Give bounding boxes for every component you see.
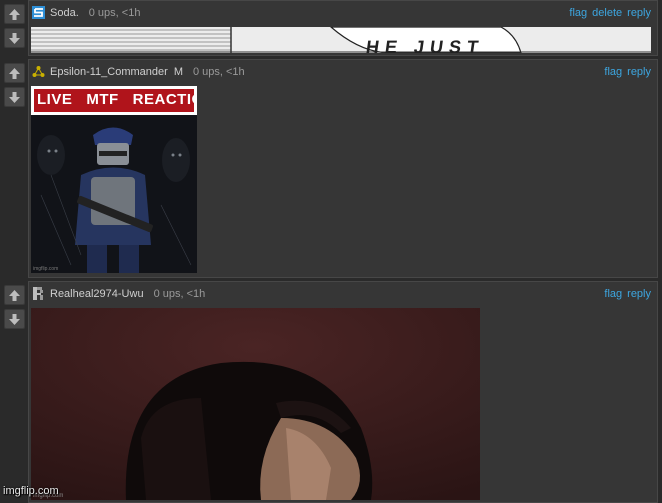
r-logo-icon — [33, 287, 43, 300]
comment-box: Realheal2974-Uwu 0 ups, <1h flag reply i… — [28, 281, 658, 503]
comment-box: Soda. 0 ups, <1h flag delete reply HE JUST — [28, 0, 658, 56]
triangle-icon — [32, 66, 45, 77]
imgflip-watermark: imgflip.com — [3, 485, 59, 497]
flag-link[interactable]: flag — [604, 66, 622, 78]
comment-box: Epsilon-11_Commander M 0 ups, <1h flag repl… — [28, 59, 658, 278]
arrow-down-icon — [9, 313, 20, 325]
banner-text: LIVE MTF REACTION — [37, 91, 197, 108]
username-link[interactable]: Realheal2974-Uwu 0 ups, <1h — [50, 288, 205, 300]
downvote-button[interactable] — [4, 309, 25, 329]
image-text: HE JUST — [364, 37, 486, 53]
comment-image[interactable]: imgflip.com — [31, 308, 480, 500]
upvote-button[interactable] — [4, 285, 25, 305]
comment-meta: 0 ups, <1h — [88, 7, 141, 19]
username-link[interactable]: Epsilon-11_Commander M 0 ups, <1h — [50, 66, 245, 78]
comment-actions: flag reply — [599, 66, 651, 78]
delete-link[interactable]: delete — [592, 7, 622, 19]
arrow-down-icon — [9, 91, 20, 103]
upvote-button[interactable] — [4, 4, 25, 24]
mod-badge: M — [173, 66, 183, 78]
comment-meta: 0 ups, <1h — [192, 66, 245, 78]
comment-meta: 0 ups, <1h — [153, 288, 206, 300]
arrow-down-icon — [9, 32, 20, 44]
reply-link[interactable]: reply — [627, 66, 651, 78]
downvote-button[interactable] — [4, 28, 25, 48]
s-logo-icon — [32, 6, 45, 19]
comment-actions: flag delete reply — [564, 7, 651, 19]
flag-link[interactable]: flag — [604, 288, 622, 300]
downvote-button[interactable] — [4, 87, 25, 107]
comment-image[interactable]: LIVE MTF REACTION — [31, 86, 197, 273]
comment-actions: flag reply — [599, 288, 651, 300]
soldier-illustration — [31, 115, 197, 273]
arrow-up-icon — [9, 289, 20, 301]
manga-panel-image — [31, 27, 651, 53]
arrow-up-icon — [9, 8, 20, 20]
username-link[interactable]: Soda. 0 ups, <1h — [50, 7, 140, 19]
flag-link[interactable]: flag — [569, 7, 587, 19]
arrow-up-icon — [9, 67, 20, 79]
comment-image[interactable]: HE JUST — [31, 27, 651, 53]
upvote-button[interactable] — [4, 63, 25, 83]
reply-link[interactable]: reply — [627, 7, 651, 19]
image-banner: LIVE MTF REACTION — [31, 86, 197, 115]
image-credit: imgflip.com — [33, 266, 59, 272]
reply-link[interactable]: reply — [627, 288, 651, 300]
person-photo — [31, 308, 480, 500]
